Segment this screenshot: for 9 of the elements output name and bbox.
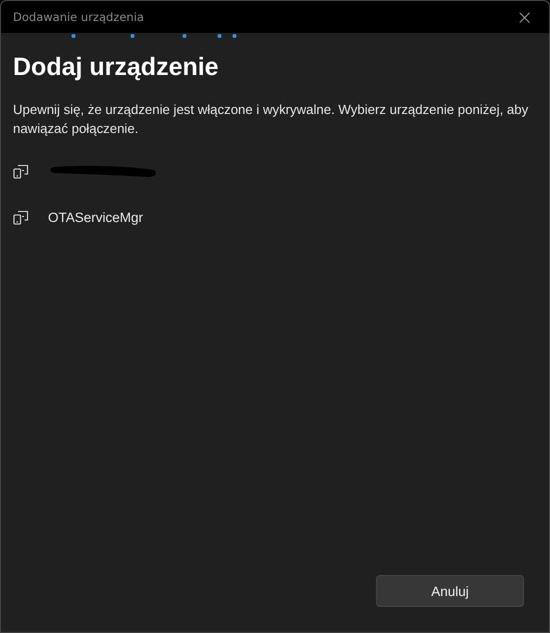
- progress-dots-icon: [71, 33, 237, 39]
- device-icon: [13, 164, 29, 178]
- description-text: Upewnij się, że urządzenie jest włączone i wykrywalne. Wybierz urządzenie poniżej, aby nawiązać połączenie.: [13, 101, 530, 138]
- cancel-button[interactable]: Anuluj: [376, 575, 524, 607]
- device-icon: [13, 210, 29, 224]
- window-title: Dodawanie urządzenia: [13, 10, 144, 24]
- close-button[interactable]: ×: [510, 7, 539, 27]
- device-item[interactable]: OTAServiceMgr: [13, 206, 537, 228]
- dialog-heading: Dodaj urządzenie: [13, 53, 220, 82]
